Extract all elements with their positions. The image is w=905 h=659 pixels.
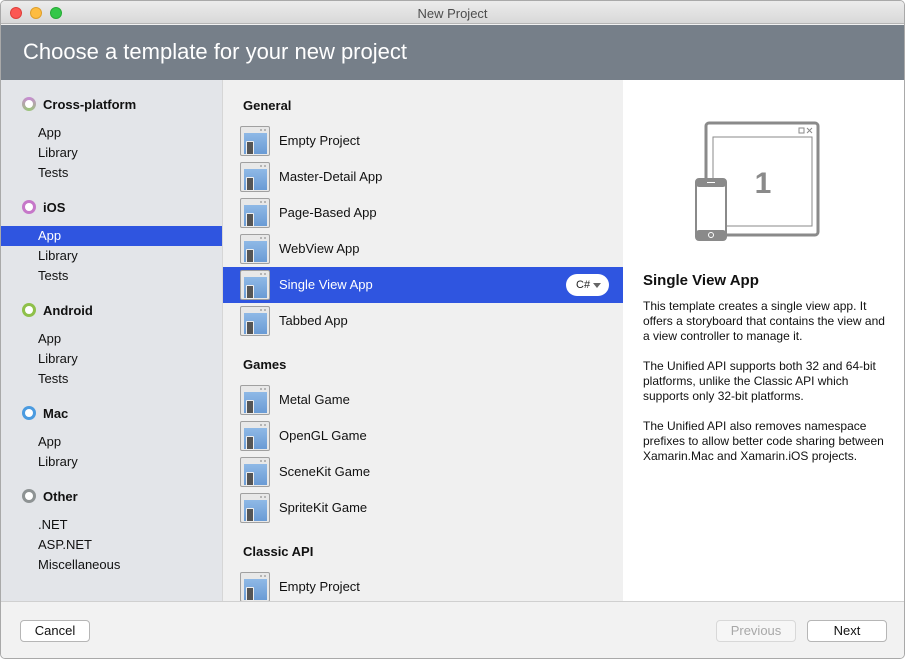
template-label: SpriteKit Game bbox=[279, 500, 368, 515]
category-label: Mac bbox=[43, 406, 69, 421]
template-label: Empty Project bbox=[279, 579, 360, 594]
single-view-preview-icon: 1 bbox=[695, 121, 820, 241]
mac-ring-icon bbox=[22, 406, 36, 420]
template-icon bbox=[240, 421, 270, 451]
cross-platform-ring-icon bbox=[22, 97, 36, 111]
sidebar-item-ios-app[interactable]: App bbox=[1, 226, 222, 246]
chevron-down-icon bbox=[593, 283, 601, 288]
sidebar-item-android-library[interactable]: Library bbox=[1, 349, 222, 369]
template-item-opengl-game[interactable]: OpenGL Game bbox=[223, 418, 623, 454]
window-title: New Project bbox=[417, 6, 488, 21]
template-icon bbox=[240, 457, 270, 487]
page-title: Choose a template for your new project bbox=[23, 39, 407, 64]
cancel-button[interactable]: Cancel bbox=[20, 620, 90, 642]
header-banner: Choose a template for your new project bbox=[1, 25, 904, 80]
template-detail-pane: 1 Single View App This template creates … bbox=[623, 80, 904, 601]
category-label: Android bbox=[43, 303, 93, 318]
category-label: Other bbox=[43, 489, 78, 504]
template-item-scenekit-game[interactable]: SceneKit Game bbox=[223, 454, 623, 490]
template-item-metal-game[interactable]: Metal Game bbox=[223, 382, 623, 418]
template-label: Single View App bbox=[279, 277, 373, 292]
template-list: General Empty Project Master-Detail App … bbox=[223, 80, 623, 601]
language-dropdown[interactable]: C# bbox=[566, 274, 609, 296]
template-label: OpenGL Game bbox=[279, 428, 367, 443]
template-label: Master-Detail App bbox=[279, 169, 383, 184]
previous-button[interactable]: Previous bbox=[716, 620, 796, 642]
ios-ring-icon bbox=[22, 200, 36, 214]
android-ring-icon bbox=[22, 303, 36, 317]
language-value: C# bbox=[576, 279, 591, 291]
sidebar-item-cross-platform-tests[interactable]: Tests bbox=[1, 163, 222, 183]
template-item-spritekit-game[interactable]: SpriteKit Game bbox=[223, 490, 623, 526]
sidebar-item-mac-app[interactable]: App bbox=[1, 432, 222, 452]
sidebar-item-other-miscellaneous[interactable]: Miscellaneous bbox=[1, 555, 222, 575]
category-mac: Mac App Library bbox=[1, 404, 222, 472]
section-heading-classic-api: Classic API bbox=[243, 544, 314, 559]
template-item-webview-app[interactable]: WebView App bbox=[223, 231, 623, 267]
template-label: Page-Based App bbox=[279, 205, 377, 220]
dialog-footer: Cancel Previous Next bbox=[1, 601, 904, 658]
category-cross-platform: Cross-platform App Library Tests bbox=[1, 95, 222, 183]
template-item-single-view-app[interactable]: Single View App C# bbox=[223, 267, 623, 303]
sidebar-item-ios-library[interactable]: Library bbox=[1, 246, 222, 266]
category-header[interactable]: Other bbox=[1, 487, 222, 507]
description-paragraph: The Unified API also removes namespace p… bbox=[643, 419, 884, 463]
template-icon bbox=[240, 126, 270, 156]
sidebar-item-ios-tests[interactable]: Tests bbox=[1, 266, 222, 286]
category-sidebar: Cross-platform App Library Tests iOS App… bbox=[1, 80, 223, 601]
template-item-classic-empty-project[interactable]: Empty Project bbox=[223, 569, 623, 601]
next-button[interactable]: Next bbox=[807, 620, 887, 642]
template-item-page-based-app[interactable]: Page-Based App bbox=[223, 195, 623, 231]
template-item-empty-project[interactable]: Empty Project bbox=[223, 123, 623, 159]
category-header[interactable]: Android bbox=[1, 301, 222, 321]
sidebar-item-mac-library[interactable]: Library bbox=[1, 452, 222, 472]
section-heading-general: General bbox=[243, 98, 292, 113]
template-label: Tabbed App bbox=[279, 313, 348, 328]
template-label: Metal Game bbox=[279, 392, 350, 407]
category-other: Other .NET ASP.NET Miscellaneous bbox=[1, 487, 222, 575]
template-icon bbox=[240, 385, 270, 415]
sidebar-item-other-aspnet[interactable]: ASP.NET bbox=[1, 535, 222, 555]
sidebar-item-cross-platform-library[interactable]: Library bbox=[1, 143, 222, 163]
template-icon bbox=[240, 572, 270, 601]
preview-number: 1 bbox=[755, 167, 772, 200]
template-item-master-detail-app[interactable]: Master-Detail App bbox=[223, 159, 623, 195]
detail-description: This template creates a single view app.… bbox=[643, 299, 893, 479]
template-icon bbox=[240, 162, 270, 192]
new-project-window: New Project Choose a template for your n… bbox=[0, 0, 905, 659]
category-android: Android App Library Tests bbox=[1, 301, 222, 389]
detail-title: Single View App bbox=[643, 272, 759, 289]
description-paragraph: This template creates a single view app.… bbox=[643, 299, 885, 343]
template-label: SceneKit Game bbox=[279, 464, 371, 479]
category-header[interactable]: iOS bbox=[1, 198, 222, 218]
category-ios: iOS App Library Tests bbox=[1, 198, 222, 286]
title-bar: New Project bbox=[1, 1, 904, 24]
sidebar-item-cross-platform-app[interactable]: App bbox=[1, 123, 222, 143]
template-icon bbox=[240, 493, 270, 523]
template-icon bbox=[240, 234, 270, 264]
sidebar-item-android-tests[interactable]: Tests bbox=[1, 369, 222, 389]
category-label: iOS bbox=[43, 200, 66, 215]
template-icon bbox=[240, 306, 270, 336]
category-header[interactable]: Cross-platform bbox=[1, 95, 222, 115]
section-heading-games: Games bbox=[243, 357, 287, 372]
template-label: WebView App bbox=[279, 241, 360, 256]
sidebar-item-android-app[interactable]: App bbox=[1, 329, 222, 349]
template-item-tabbed-app[interactable]: Tabbed App bbox=[223, 303, 623, 339]
other-ring-icon bbox=[22, 489, 36, 503]
sidebar-item-other-dotnet[interactable]: .NET bbox=[1, 515, 222, 535]
template-icon bbox=[240, 270, 270, 300]
template-label: Empty Project bbox=[279, 133, 360, 148]
category-header[interactable]: Mac bbox=[1, 404, 222, 424]
template-icon bbox=[240, 198, 270, 228]
description-paragraph: The Unified API supports both 32 and 64-… bbox=[643, 359, 876, 403]
category-label: Cross-platform bbox=[43, 97, 137, 112]
